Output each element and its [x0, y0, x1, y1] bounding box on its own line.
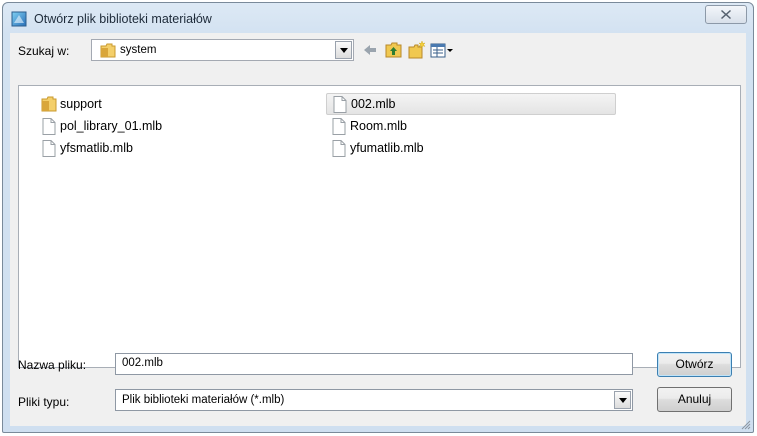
file-name: Room.mlb	[350, 119, 407, 133]
file-icon	[332, 118, 346, 135]
filename-input[interactable]	[122, 357, 587, 369]
cancel-button[interactable]: Anuluj	[657, 387, 732, 412]
new-folder-icon[interactable]	[408, 40, 426, 60]
file-name: support	[60, 97, 102, 111]
look-in-value: system	[120, 44, 157, 56]
back-arrow-icon[interactable]	[362, 40, 378, 60]
folder-icon	[41, 96, 57, 112]
look-in-label: Szukaj w:	[18, 44, 70, 58]
look-in-combobox[interactable]: system	[91, 39, 354, 61]
file-icon	[332, 140, 346, 157]
file-icon	[42, 118, 56, 135]
list-item[interactable]: support	[41, 95, 161, 115]
app-icon	[11, 11, 27, 27]
resize-grip-icon[interactable]	[739, 418, 751, 430]
file-icon	[42, 140, 56, 157]
filetype-label: Pliki typu:	[18, 395, 70, 409]
dialog-client-area: Szukaj w: system support pol_library_01.…	[10, 33, 746, 426]
filetype-combobox[interactable]: Plik biblioteki materiałów (*.mlb)	[115, 389, 633, 411]
filename-field[interactable]	[115, 353, 633, 375]
close-icon	[721, 10, 731, 19]
dialog-title: Otwórz plik biblioteki materiałów	[34, 12, 212, 26]
list-item[interactable]: yfumatlib.mlb	[331, 139, 471, 159]
list-item[interactable]: pol_library_01.mlb	[41, 117, 201, 137]
file-list[interactable]: support pol_library_01.mlb yfsmatlib.mlb	[18, 85, 741, 368]
up-folder-icon[interactable]	[385, 40, 403, 60]
look-in-dropdown-arrow[interactable]	[335, 41, 352, 59]
filename-label: Nazwa pliku:	[18, 358, 87, 372]
close-button[interactable]	[705, 5, 747, 24]
file-name: yfsmatlib.mlb	[60, 141, 133, 155]
list-item[interactable]: yfsmatlib.mlb	[41, 139, 181, 159]
file-name: 002.mlb	[351, 97, 396, 111]
title-bar[interactable]: Otwórz plik biblioteki materiałów	[3, 3, 753, 35]
open-file-dialog: Otwórz plik biblioteki materiałów Szukaj…	[2, 2, 754, 433]
view-menu-icon[interactable]	[430, 40, 454, 60]
filetype-value: Plik biblioteki materiałów (*.mlb)	[122, 394, 285, 406]
list-item[interactable]: Room.mlb	[331, 117, 471, 137]
list-item-selected[interactable]: 002.mlb	[326, 93, 616, 115]
folder-icon	[100, 43, 116, 58]
file-icon	[333, 96, 347, 113]
file-name: yfumatlib.mlb	[350, 141, 424, 155]
open-button[interactable]: Otwórz	[657, 352, 732, 377]
filetype-dropdown-arrow[interactable]	[614, 391, 631, 409]
file-name: pol_library_01.mlb	[60, 119, 163, 133]
